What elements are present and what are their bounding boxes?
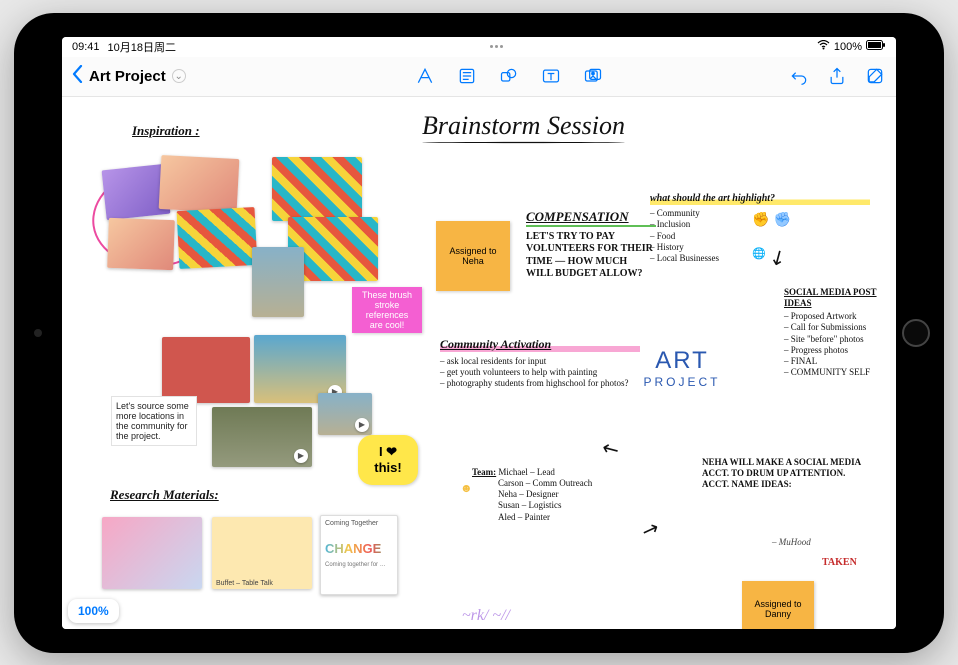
zoom-level-badge[interactable]: 100% xyxy=(68,599,119,623)
video-thumbnail[interactable]: ▶ xyxy=(318,393,372,435)
sticky-note[interactable]: Assigned to Neha xyxy=(436,221,510,291)
status-bar: 09:41 10月18日周二 100% xyxy=(62,37,896,57)
pen-tool-icon[interactable] xyxy=(414,65,436,87)
wifi-icon xyxy=(817,40,830,53)
link-title: CHANGE xyxy=(325,541,393,556)
list-item: Carson – Comm Outreach xyxy=(498,478,592,488)
photo-thumbnail[interactable] xyxy=(107,217,175,269)
taken-label: TAKEN xyxy=(822,557,857,570)
photo-thumbnail[interactable] xyxy=(252,247,304,317)
home-button[interactable] xyxy=(902,319,930,347)
freeform-canvas[interactable]: Brainstorm Session Inspiration : These b… xyxy=(62,97,896,629)
heading-highlight: what should the art highlight? xyxy=(650,193,870,206)
ipad-frame: 09:41 10月18日周二 100% Ar xyxy=(14,13,944,653)
heading-team: Team: xyxy=(472,467,496,477)
arrow-annotation: ↗ xyxy=(595,435,625,462)
art-project-logo: ART PROJECT xyxy=(622,347,742,389)
list-item: Michael – Lead xyxy=(498,467,554,477)
note-neha: NEHA WILL MAKE A SOCIAL MEDIA ACCT. TO D… xyxy=(702,457,872,491)
heading-inspiration: Inspiration : xyxy=(132,123,200,139)
link-caption: Coming together for … xyxy=(325,562,393,568)
text-box[interactable]: Let's source some more locations in the … xyxy=(112,397,196,445)
heading-social: SOCIAL MEDIA POST IDEAS xyxy=(784,287,896,310)
link-caption: Buffet – Table Talk xyxy=(216,580,273,587)
media-tool-icon[interactable] xyxy=(582,65,604,87)
heading-research: Research Materials: xyxy=(110,487,219,503)
heading-brainstorm: Brainstorm Session xyxy=(422,111,625,144)
list-item: Progress photos xyxy=(784,345,896,356)
app-toolbar: Art Project ⌄ xyxy=(62,57,896,97)
play-icon: ▶ xyxy=(355,418,369,432)
list-item: Aled – Painter xyxy=(498,512,550,522)
board-title[interactable]: Art Project xyxy=(89,68,166,85)
multitask-dots[interactable] xyxy=(490,45,503,48)
battery-icon xyxy=(866,40,886,53)
video-thumbnail[interactable]: ▶ xyxy=(212,407,312,467)
link-top-text: Coming Together xyxy=(325,520,393,527)
sticky-text: Assigned to Neha xyxy=(444,246,502,266)
fist-icons: ✊✊ xyxy=(752,211,791,228)
back-button[interactable] xyxy=(72,65,83,88)
status-date: 10月18日周二 xyxy=(108,39,176,55)
list-item: get youth volunteers to help with painti… xyxy=(440,367,640,378)
list-item: Neha – Designer xyxy=(498,489,558,499)
sticky-note[interactable]: These brush stroke references are cool! xyxy=(352,287,422,333)
photo-thumbnail[interactable] xyxy=(177,206,258,268)
link-preview[interactable]: Buffet – Table Talk xyxy=(212,517,312,589)
logo-line2: PROJECT xyxy=(622,375,742,389)
shapes-tool-icon[interactable] xyxy=(498,65,520,87)
list-item: Food xyxy=(650,231,870,242)
logo-line1: ART xyxy=(622,347,742,375)
sticky-text: Assigned to Danny xyxy=(750,599,806,619)
speech-bubble[interactable]: I ❤ this! xyxy=(358,435,418,485)
sticky-note-tool-icon[interactable] xyxy=(456,65,478,87)
battery-percent: 100% xyxy=(834,41,862,53)
scribble: ~rk/ ~// xyxy=(462,607,510,625)
list-item: Call for Submissions xyxy=(784,322,896,333)
list-item: Proposed Artwork xyxy=(784,311,896,322)
link-preview[interactable] xyxy=(102,517,202,589)
list-item: COMMUNITY SELF xyxy=(784,367,896,378)
title-dropdown-icon[interactable]: ⌄ xyxy=(172,69,186,83)
heading-compensation: COMPENSATION xyxy=(526,209,656,227)
signature: – MuHood xyxy=(772,537,811,548)
play-icon: ▶ xyxy=(294,449,308,463)
photo-thumbnail[interactable] xyxy=(272,157,362,221)
heading-community: Community Activation xyxy=(440,337,640,352)
link-preview[interactable]: Coming Together CHANGE Coming together f… xyxy=(320,515,398,595)
status-time: 09:41 xyxy=(72,41,100,53)
compose-button-icon[interactable] xyxy=(864,65,886,87)
list-item: Susan – Logistics xyxy=(498,500,562,510)
list-item: Site "before" photos xyxy=(784,334,896,345)
list-item: FINAL xyxy=(784,356,896,367)
list-item: ask local residents for input xyxy=(440,356,640,367)
front-camera xyxy=(34,329,42,337)
text-tool-icon[interactable] xyxy=(540,65,562,87)
list-item: photography students from highschool for… xyxy=(440,378,640,389)
photo-thumbnail[interactable] xyxy=(159,154,240,212)
share-button-icon[interactable] xyxy=(826,65,848,87)
photo-thumbnail[interactable] xyxy=(162,337,250,403)
undo-button-icon[interactable] xyxy=(788,65,810,87)
sticky-note[interactable]: Assigned to Danny xyxy=(742,581,814,629)
smiley-icon: ☻ xyxy=(460,481,473,495)
compensation-body: LET'S TRY TO PAY VOLUNTEERS FOR THEIR TI… xyxy=(526,231,656,281)
screen: 09:41 10月18日周二 100% Ar xyxy=(62,37,896,629)
